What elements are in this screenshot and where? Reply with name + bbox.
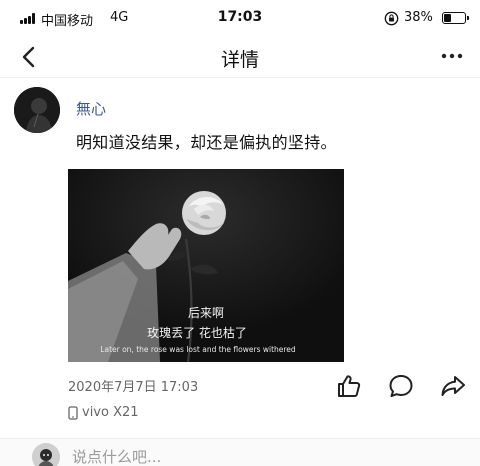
- nav-bar: 详情: [0, 38, 480, 78]
- device-name: vivo X21: [82, 405, 139, 420]
- image-caption-line1: 后来啊: [187, 306, 224, 320]
- rotation-lock-icon: [384, 11, 399, 26]
- avatar[interactable]: [14, 87, 60, 133]
- phone-icon: [68, 406, 78, 420]
- post-timestamp: 2020年7月7日 17:03: [68, 380, 199, 395]
- username[interactable]: 無心: [76, 98, 106, 119]
- more-dots-icon[interactable]: [440, 50, 464, 62]
- thumbs-up-icon[interactable]: [336, 373, 362, 399]
- post-text: 明知道没结果，却还是偏执的坚持。: [76, 133, 337, 152]
- comment-input[interactable]: [64, 442, 468, 466]
- battery-icon: [442, 12, 469, 24]
- page-title: 详情: [220, 49, 259, 71]
- post-image[interactable]: 后来啊 玫瑰丢了 花也枯了 Later on, the rose was los…: [68, 169, 344, 362]
- image-caption-english: Later on, the rose was lost and the flow…: [100, 345, 296, 354]
- status-bar: 中国移动 4G 17:03 38%: [0, 0, 480, 38]
- my-avatar: [32, 443, 60, 466]
- battery-percent: 38%: [404, 10, 433, 25]
- comment-bar: [0, 438, 480, 466]
- comment-icon[interactable]: [388, 373, 414, 399]
- share-icon[interactable]: [440, 373, 466, 399]
- image-caption-line2: 玫瑰丢了 花也枯了: [147, 326, 247, 340]
